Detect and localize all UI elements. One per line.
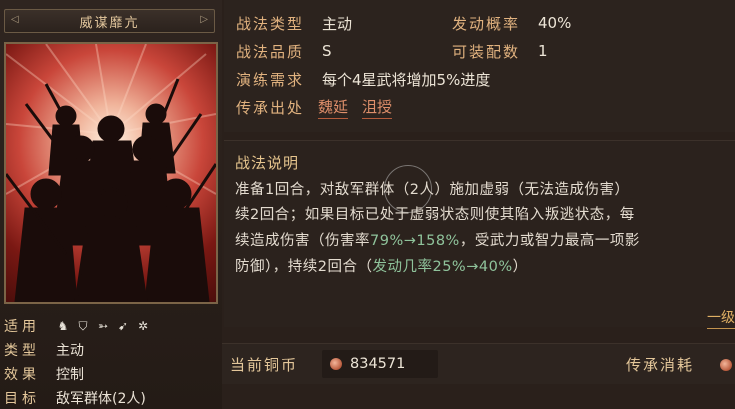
effect-label: 效果 xyxy=(4,367,40,383)
equippable-label: 可装配数 xyxy=(452,42,521,61)
horse-icon: ♞ xyxy=(57,318,69,333)
description-text: 续造成伤害（伤害率 xyxy=(235,233,370,249)
skill-info-panel: 战法类型 主动 发动概率 40% 战法品质 S 可装配数 1 演练需求 每个4星… xyxy=(224,0,735,132)
description-line: 续2回合；如果目标已处于虚弱状态则使其陷入叛逃状态，每 xyxy=(235,207,635,223)
skill-title-bar: ◁ 威谋靡亢 ▷ xyxy=(4,9,215,33)
practice-row: 演练需求 每个4星武将增加5%进度 xyxy=(236,68,490,90)
description-line: 续造成伤害（伤害率79%→158%，受武力或智力最高一项影 xyxy=(235,229,640,250)
unit-type-icons: ♞ ⛉ ➳ ➹ ✲ xyxy=(56,319,150,334)
trigger-rate-value: 40% xyxy=(538,14,572,32)
trigger-rate-row: 发动概率 40% xyxy=(452,12,571,34)
skill-card: ◁ 威谋靡亢 ▷ 适用 ♞ ⛉ ➳ ➹ ✲ 类型 主动 效果 控制 目标 敌军群… xyxy=(0,0,222,409)
ornament-left-icon: ◁ xyxy=(11,14,19,25)
resource-bar: 当前铜币 834571 传承消耗 xyxy=(222,343,735,384)
warriors-silhouette-illustration xyxy=(6,44,216,302)
practice-value: 每个4星武将增加5%进度 xyxy=(322,70,491,89)
equippable-value: 1 xyxy=(538,42,548,60)
description-text: ） xyxy=(512,259,528,275)
target-label: 目标 xyxy=(4,391,40,407)
source-general-link[interactable]: 沮授 xyxy=(362,96,393,119)
current-coin-label: 当前铜币 xyxy=(230,356,299,374)
description-text: 防御），持续2回合（ xyxy=(235,259,373,275)
effect-row: 效果 控制 xyxy=(4,364,84,384)
type-label: 类型 xyxy=(4,343,40,359)
type-row: 类型 主动 xyxy=(4,340,84,360)
trigger-rate-highlight: 发动几率25%→40% xyxy=(372,259,513,275)
damage-rate-highlight: 79%→158% xyxy=(370,233,460,249)
applicable-label: 适用 xyxy=(4,319,40,335)
type-value: 主动 xyxy=(56,343,84,359)
inherit-cost-label: 传承消耗 xyxy=(626,356,695,374)
ornament-right-icon: ▷ xyxy=(200,14,208,25)
skill-title: 威谋靡亢 xyxy=(79,15,140,31)
coin-amount: 834571 xyxy=(350,356,406,372)
skill-artwork xyxy=(4,42,218,304)
effect-value: 控制 xyxy=(56,367,84,383)
skill-type-value: 主动 xyxy=(322,14,353,33)
practice-label: 演练需求 xyxy=(236,70,305,89)
source-general-link[interactable]: 魏延 xyxy=(318,96,349,119)
quality-row: 战法品质 S xyxy=(236,40,332,62)
quality-value: S xyxy=(322,42,332,60)
skill-type-label: 战法类型 xyxy=(236,14,305,33)
copper-coin-icon xyxy=(330,358,342,370)
rank-level-link[interactable]: 一级 xyxy=(707,307,735,329)
target-row: 目标 敌军群体(2人) xyxy=(4,388,146,408)
trigger-rate-label: 发动概率 xyxy=(452,14,521,33)
description-title: 战法说明 xyxy=(235,154,300,172)
skill-type-row: 战法类型 主动 xyxy=(236,12,352,34)
source-row: 传承出处 魏延 沮授 xyxy=(236,96,393,119)
target-value: 敌军群体(2人) xyxy=(56,391,146,407)
shield-icon: ⛉ xyxy=(78,318,88,333)
quality-label: 战法品质 xyxy=(236,42,305,61)
wheel-icon: ✲ xyxy=(137,318,149,333)
equippable-row: 可装配数 1 xyxy=(452,40,548,62)
source-label: 传承出处 xyxy=(236,98,305,117)
copper-coin-icon xyxy=(720,359,732,371)
spear-icon: ➹ xyxy=(117,318,129,333)
description-text: ，受武力或智力最高一项影 xyxy=(459,233,640,249)
bow-icon: ➳ xyxy=(97,318,109,333)
applicable-units-row: 适用 ♞ ⛉ ➳ ➹ ✲ xyxy=(4,316,150,336)
coin-amount-box: 834571 xyxy=(322,350,438,378)
description-line: 准备1回合，对敌军群体（2人）施加虚弱（无法造成伤害） xyxy=(235,182,630,198)
skill-description-panel: 战法说明 准备1回合，对敌军群体（2人）施加虚弱（无法造成伤害） 续2回合；如果… xyxy=(224,140,735,329)
description-line: 防御），持续2回合（发动几率25%→40%） xyxy=(235,255,528,276)
